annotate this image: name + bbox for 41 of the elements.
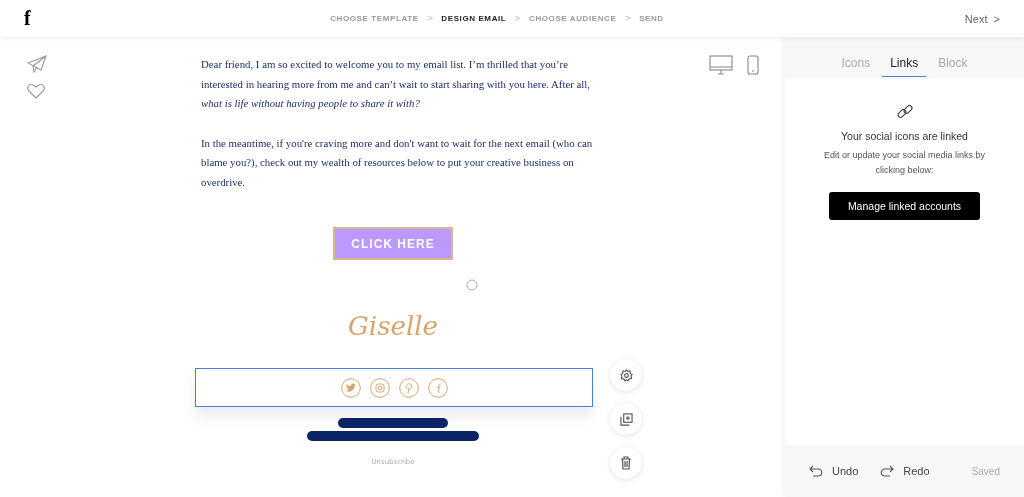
drag-handle-icon[interactable] xyxy=(466,279,478,291)
panel-tab[interactable]: Icons xyxy=(833,56,879,77)
heart-icon[interactable] xyxy=(27,83,45,99)
next-button[interactable]: Next > xyxy=(700,12,1000,25)
settings-button[interactable] xyxy=(610,359,642,391)
step-link[interactable]: CHOOSE TEMPLATE xyxy=(330,14,419,23)
panel-tab[interactable]: Links xyxy=(882,56,927,77)
duplicate-icon xyxy=(619,412,633,426)
step-link[interactable]: SEND xyxy=(639,14,664,23)
redo-icon xyxy=(880,465,895,477)
email-paragraph: In the meantime, if you're craving more and don't want to wait for the next email (who can blame you?), check out my wealth of resources below to put your creative business on overdrive. xyxy=(200,135,593,190)
redo-button[interactable]: Redo xyxy=(880,465,930,477)
signature: Giselle xyxy=(348,311,438,343)
mobile-phone-icon[interactable] xyxy=(747,55,759,75)
click-here-button[interactable]: CLICK HERE xyxy=(333,227,453,260)
facebook-icon[interactable] xyxy=(427,377,448,398)
paper-plane-icon[interactable] xyxy=(27,55,47,73)
email-paragraph: Dear friend, I am so excited to welcome you to my email list. I’m thrilled that you’re interested in hearing more from me and can’t wait to start sharing with you here. After all, what is life without having people to share it with? xyxy=(200,57,591,111)
logo: f xyxy=(24,7,32,30)
link-icon xyxy=(895,103,914,121)
panel-description: Edit or update your social media links by clicking below: xyxy=(822,149,987,177)
step-separator: > xyxy=(514,14,522,23)
social-icons-block[interactable] xyxy=(195,368,593,407)
gear-icon xyxy=(619,368,633,382)
step-link[interactable]: DESIGN EMAIL xyxy=(441,14,507,23)
panel-heading: Your social icons are linked xyxy=(841,130,968,142)
panel-tab[interactable]: Block xyxy=(930,56,976,77)
desktop-icon[interactable] xyxy=(709,55,733,75)
undo-icon xyxy=(809,465,823,477)
pinterest-icon[interactable] xyxy=(398,377,419,398)
undo-button[interactable]: Undo xyxy=(809,465,859,477)
delete-button[interactable] xyxy=(610,447,642,479)
manage-accounts-button[interactable]: Manage linked accounts xyxy=(829,192,980,220)
save-status: Saved xyxy=(971,465,1000,477)
duplicate-button[interactable] xyxy=(610,403,642,435)
instagram-icon[interactable] xyxy=(369,377,390,398)
trash-icon xyxy=(620,456,632,470)
step-link[interactable]: CHOOSE AUDIENCE xyxy=(529,14,617,23)
twitter-icon[interactable] xyxy=(340,377,361,398)
step-separator: > xyxy=(624,14,632,23)
step-separator: > xyxy=(426,14,434,23)
